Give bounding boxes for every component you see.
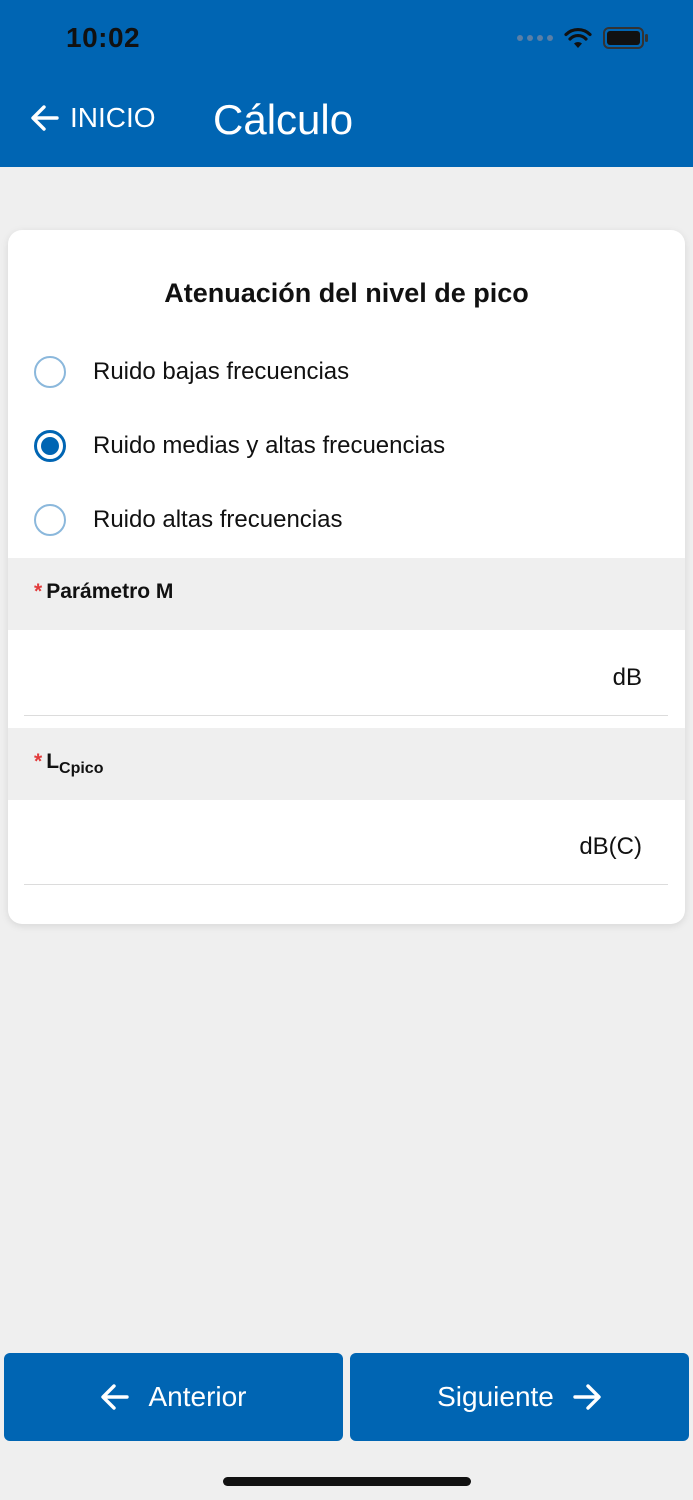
- parametro-m-label: * Parámetro M: [34, 580, 173, 604]
- unit-db: dB: [612, 664, 642, 691]
- radio-low-frequency[interactable]: [34, 356, 66, 388]
- radio-mid-high-frequency[interactable]: [34, 430, 66, 462]
- next-button[interactable]: Siguiente: [350, 1353, 689, 1441]
- page-title: Cálculo: [213, 96, 354, 143]
- required-mark: *: [34, 750, 43, 773]
- status-icons: [517, 26, 649, 50]
- arrow-left-icon: [31, 105, 59, 131]
- battery-icon: [603, 27, 648, 49]
- lcpico-text: L: [46, 750, 60, 773]
- cellular-signal-icon: [517, 35, 553, 41]
- home-indicator[interactable]: [223, 1477, 471, 1486]
- parametro-m-field: dB: [24, 630, 668, 716]
- option-mid-high-frequency[interactable]: Ruido medias y altas frecuencias: [34, 426, 445, 466]
- calculation-card: Atenuación del nivel de pico Ruido bajas…: [8, 230, 685, 924]
- option-label: Ruido altas frecuencias: [93, 506, 343, 533]
- card-title: Atenuación del nivel de pico: [164, 278, 529, 308]
- option-low-frequency[interactable]: Ruido bajas frecuencias: [34, 352, 349, 392]
- arrow-right-icon: [573, 1384, 601, 1410]
- app-header: 10:02 INICIO Cálculo: [0, 0, 693, 167]
- arrow-left-icon: [101, 1384, 130, 1410]
- lcpico-label: * LCpico: [34, 750, 103, 778]
- section-parametro-m: * Parámetro M: [8, 558, 685, 630]
- parametro-m-text: Parámetro M: [46, 580, 174, 603]
- lcpico-subscript: Cpico: [59, 760, 104, 777]
- wifi-icon: [564, 27, 592, 48]
- option-label: Ruido medias y altas frecuencias: [93, 432, 446, 459]
- parametro-m-input[interactable]: [24, 630, 564, 714]
- radio-high-frequency[interactable]: [34, 504, 66, 536]
- status-time: 10:02: [66, 22, 141, 53]
- back-button[interactable]: INICIO: [30, 102, 156, 134]
- previous-label: Anterior: [148, 1381, 247, 1412]
- next-label: Siguiente: [437, 1381, 554, 1412]
- section-lcpico: * LCpico: [8, 728, 685, 800]
- lcpico-field: dB(C): [24, 799, 668, 885]
- required-mark: *: [34, 580, 43, 603]
- option-label: Ruido bajas frecuencias: [93, 358, 350, 385]
- unit-dbc: dB(C): [579, 833, 642, 860]
- lcpico-input[interactable]: [24, 799, 564, 883]
- previous-button[interactable]: Anterior: [4, 1353, 343, 1441]
- option-high-frequency[interactable]: Ruido altas frecuencias: [34, 500, 342, 540]
- back-label: INICIO: [70, 102, 156, 133]
